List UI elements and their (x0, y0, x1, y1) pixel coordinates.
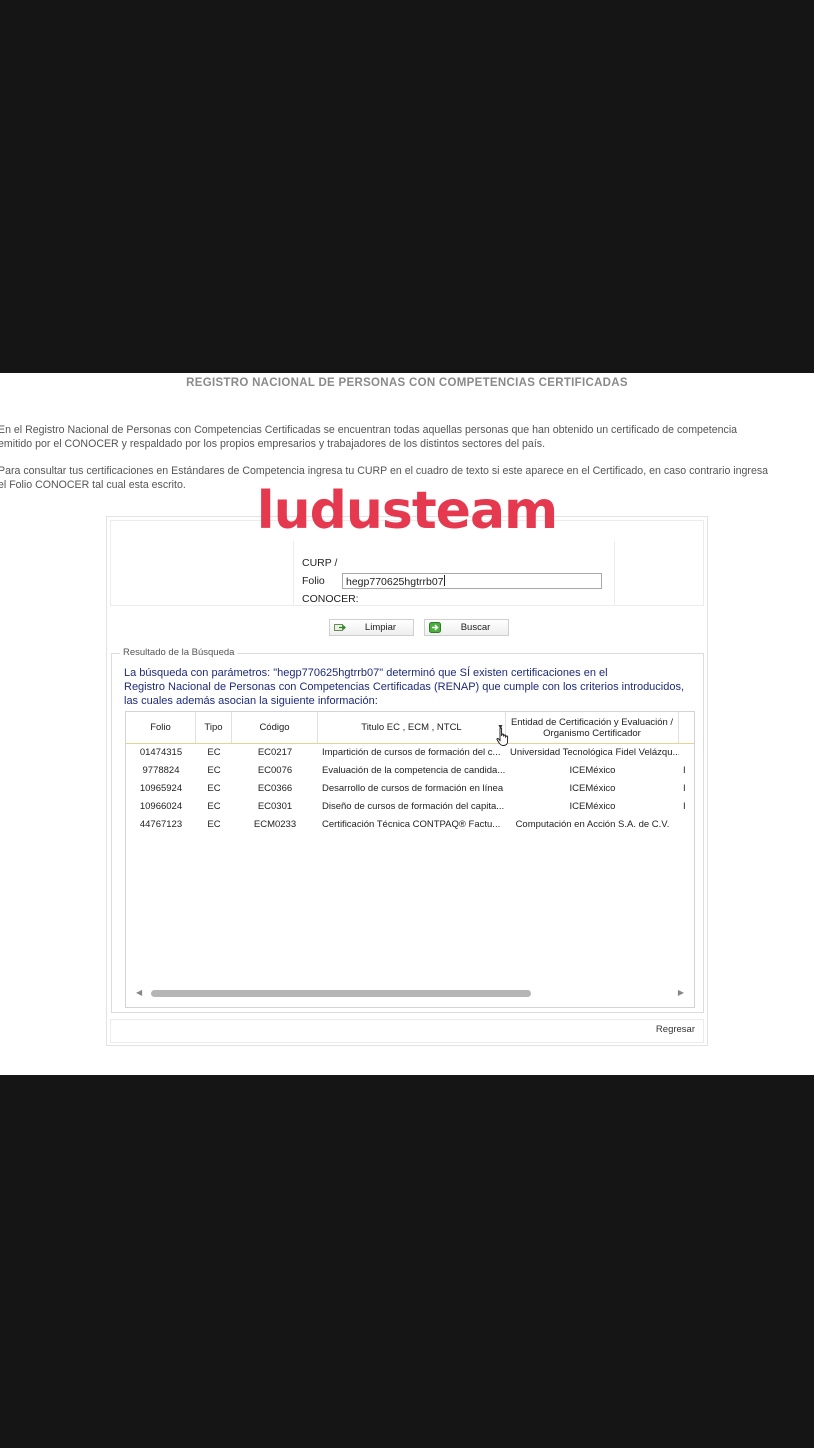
cell-codigo: ECM0233 (253, 819, 297, 830)
column-header-titulo-label: Titulo EC , ECM , NTCL (361, 722, 462, 733)
curp-input[interactable]: hegp770625hgtrrb07 (342, 573, 602, 589)
curp-label: CURP / (302, 557, 338, 569)
folio-label: Folio (302, 575, 325, 587)
cell-extra: I (683, 801, 686, 812)
instructions-line: Para consultar tus certificaciones en Es… (0, 465, 769, 477)
cell-tipo: EC (207, 801, 221, 812)
cell-titulo: Certificación Técnica CONTPAQ® Factu... (322, 819, 501, 830)
scroll-right-icon[interactable]: ▶ (678, 988, 684, 997)
cell-titulo: Desarrollo de cursos de formación en lín… (322, 783, 504, 794)
search-container: CURP / Folio CONOCER: hegp770625hgtrrb07… (106, 516, 708, 1046)
cell-folio: 10966024 (139, 801, 183, 812)
search-button-label: Buscar (460, 622, 491, 633)
horizontal-scrollbar[interactable]: ◀ ▶ (136, 988, 684, 998)
cell-extra: I (683, 783, 686, 794)
column-header-folio[interactable]: Folio (126, 712, 196, 743)
table-row[interactable]: 01474315 EC EC0217 Impartición de cursos… (126, 744, 694, 762)
back-button[interactable]: Regresar (656, 1024, 695, 1035)
column-header-entidad-line1: Entidad de Certificación y Evaluación / (510, 716, 674, 728)
column-header-entidad[interactable]: Entidad de Certificación y Evaluación / … (506, 712, 679, 743)
cell-codigo: EC0366 (257, 783, 293, 794)
cell-codigo: EC0076 (257, 765, 293, 776)
results-table: Folio Tipo Código Titulo EC , ECM , NTCL… (125, 711, 695, 1008)
scroll-left-icon[interactable]: ◀ (136, 988, 142, 997)
cell-codigo: EC0217 (257, 747, 293, 758)
cell-folio: 01474315 (139, 747, 183, 758)
content-panel: REGISTRO NACIONAL DE PERSONAS CON COMPET… (0, 373, 814, 1075)
cell-tipo: EC (207, 765, 221, 776)
conocer-label: CONOCER: (302, 593, 359, 605)
cell-extra (679, 744, 693, 762)
results-legend: Resultado de la Búsqueda (120, 647, 238, 658)
table-row[interactable]: 10965924 EC EC0366 Desarrollo de cursos … (126, 780, 694, 798)
result-message-line: las cuales además asocian la siguiente i… (124, 695, 378, 707)
cell-entidad: ICEMéxico (569, 783, 616, 794)
results-fieldset: Resultado de la Búsqueda La búsqueda con… (111, 647, 704, 1013)
result-message: La búsqueda con parámetros: "hegp770625h… (124, 666, 696, 708)
cell-folio: 10965924 (139, 783, 183, 794)
clear-button[interactable]: Limpiar (329, 619, 414, 636)
cell-entidad: ICEMéxico (569, 801, 616, 812)
result-message-line: Registro Nacional de Personas con Compet… (124, 681, 685, 693)
cell-extra (679, 816, 693, 834)
cell-tipo: EC (207, 747, 221, 758)
cell-entidad: Universidad Tecnológica Fidel Velázqu... (510, 747, 679, 758)
column-header-titulo[interactable]: Titulo EC , ECM , NTCL (318, 712, 506, 743)
cell-extra: I (683, 765, 686, 776)
cell-titulo: Diseño de cursos de formación del capita… (322, 801, 505, 812)
cell-entidad: ICEMéxico (569, 765, 616, 776)
table-row[interactable]: 9778824 EC EC0076 Evaluación de la compe… (126, 762, 694, 780)
cell-folio: 44767123 (139, 819, 183, 830)
intro-line: En el Registro Nacional de Personas con … (0, 424, 738, 436)
cell-codigo: EC0301 (257, 801, 293, 812)
result-message-line: La búsqueda con parámetros: "hegp770625h… (124, 667, 608, 679)
intro-text: En el Registro Nacional de Personas con … (0, 423, 814, 451)
cell-entidad: Computación en Acción S.A. de C.V. (515, 819, 670, 830)
cell-tipo: EC (207, 783, 221, 794)
scrollbar-thumb[interactable] (151, 990, 531, 997)
clear-icon (334, 624, 346, 631)
cell-titulo: Evaluación de la competencia de candida.… (322, 765, 506, 776)
cell-tipo: EC (207, 819, 221, 830)
table-row[interactable]: 44767123 EC ECM0233 Certificación Técnic… (126, 816, 694, 834)
column-header-entidad-line2: Organismo Certificador (543, 727, 641, 739)
forward-arrow-icon (429, 622, 441, 633)
table-row[interactable]: 10966024 EC EC0301 Diseño de cursos de f… (126, 798, 694, 816)
search-button[interactable]: Buscar (424, 619, 509, 636)
table-header: Folio Tipo Código Titulo EC , ECM , NTCL… (126, 712, 694, 746)
search-form-inner: CURP / Folio CONOCER: hegp770625hgtrrb07 (293, 541, 615, 605)
watermark-logo: ludusteam (256, 481, 558, 541)
footer-bar: Regresar (110, 1019, 704, 1043)
column-header-tipo[interactable]: Tipo (196, 712, 232, 743)
clear-button-label: Limpiar (364, 622, 397, 633)
curp-input-value: hegp770625hgtrrb07 (346, 576, 444, 588)
cell-titulo: Impartición de cursos de formación del c… (322, 747, 501, 758)
cell-folio: 9778824 (142, 765, 180, 776)
column-header-codigo[interactable]: Código (232, 712, 318, 743)
page-title: REGISTRO NACIONAL DE PERSONAS CON COMPET… (186, 377, 628, 389)
text-caret (443, 575, 445, 586)
intro-line: emitido por el CONOCER y respaldado por … (0, 438, 546, 450)
